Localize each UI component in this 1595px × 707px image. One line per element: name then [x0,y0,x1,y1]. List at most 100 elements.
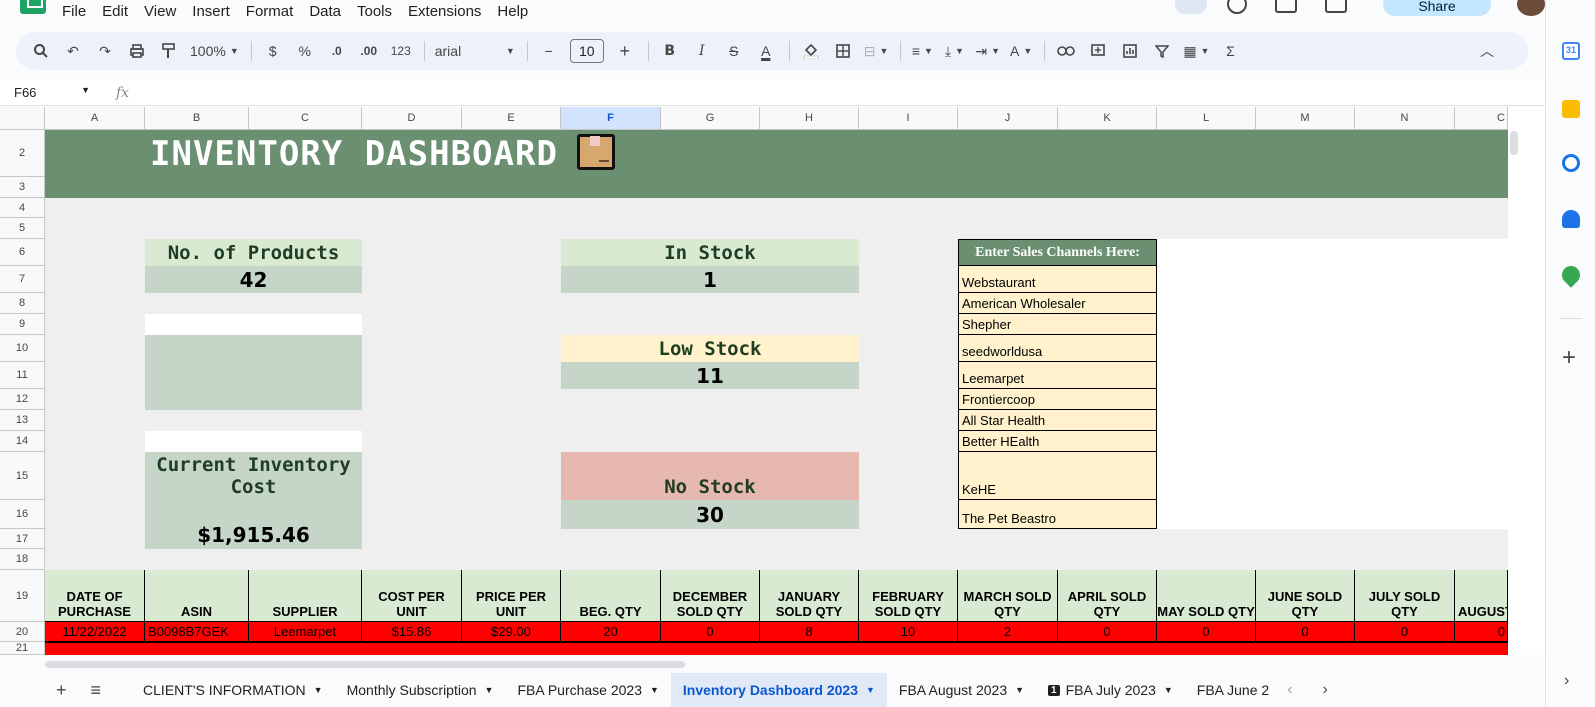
paint-format-icon[interactable] [158,38,180,64]
column-header-f[interactable]: F [561,107,661,130]
undo-icon[interactable]: ↶ [62,38,84,64]
sheet-tab[interactable]: FBA June 2 [1185,673,1273,707]
sales-channel-item[interactable]: The Pet Beastro [958,500,1157,529]
scrollbar-thumb[interactable] [1510,131,1518,155]
table-header-april[interactable]: APRIL SOLD QTY [1058,570,1157,622]
table-cell[interactable]: $29.00 [462,622,561,642]
row-header[interactable]: 10 [0,335,45,362]
currency-format-button[interactable]: $ [262,38,284,64]
table-header-price[interactable]: PRICE PER UNIT [462,570,561,622]
table-cell[interactable]: 0 [1455,622,1508,642]
table-cell[interactable]: 0 [1157,622,1256,642]
sales-channel-item[interactable]: Webstaurant [958,266,1157,293]
number-format-button[interactable]: 123 [390,38,412,64]
column-header-m[interactable]: M [1256,107,1355,130]
add-sheet-icon[interactable]: + [56,680,67,701]
sheet-grid[interactable]: A B C D E F G H I J K L M N C 2 3 4 5 6 … [0,107,1545,655]
column-header-l[interactable]: L [1157,107,1256,130]
font-size-increase-button[interactable]: + [614,38,636,64]
sales-channel-item[interactable]: All Star Health [958,410,1157,431]
keep-icon[interactable] [1562,100,1580,118]
column-header-d[interactable]: D [362,107,462,130]
vertical-scrollbar[interactable] [1508,107,1520,655]
sales-channel-item[interactable]: seedworldusa [958,335,1157,362]
row-header[interactable]: 21 [0,642,45,655]
meet-icon[interactable] [1325,0,1347,13]
menu-file[interactable]: File [62,3,94,20]
column-header-j[interactable]: J [958,107,1058,130]
sales-channel-item[interactable]: Better HEalth [958,431,1157,452]
percent-format-button[interactable]: % [294,38,316,64]
merge-cells-icon[interactable]: ⊟ ▼ [864,38,889,64]
row-header[interactable]: 6 [0,239,45,266]
row-header[interactable]: 4 [0,198,45,218]
table-header-december[interactable]: DECEMBER SOLD QTY [661,570,760,622]
row-header[interactable]: 9 [0,314,45,335]
calendar-icon[interactable]: 31 [1562,42,1580,60]
table-cell[interactable]: 0 [1058,622,1157,642]
sheet-tab[interactable]: FBA Purchase 2023 ▼ [505,673,670,707]
table-cell[interactable]: 0 [1256,622,1355,642]
italic-button[interactable]: I [691,38,713,64]
menu-extensions[interactable]: Extensions [408,3,489,20]
get-addons-icon[interactable]: + [1562,346,1576,370]
blank-cell[interactable] [145,431,362,452]
row-header[interactable]: 12 [0,389,45,410]
sales-channel-item[interactable]: Leemarpet [958,362,1157,389]
column-header-h[interactable]: H [760,107,859,130]
menu-help[interactable]: Help [497,3,536,20]
contacts-icon[interactable] [1562,210,1580,228]
present-mode-icon[interactable] [1175,0,1207,14]
filter-views-icon[interactable]: ▦ ▼ [1183,38,1209,64]
sheet-tab[interactable]: Monthly Subscription ▼ [335,673,506,707]
table-header-january[interactable]: JANUARY SOLD QTY [760,570,859,622]
zoom-select[interactable]: 100% ▼ [190,38,239,64]
scroll-tabs-left-icon[interactable]: ‹ [1287,681,1292,699]
column-header-o[interactable]: C [1455,107,1508,130]
print-icon[interactable] [126,38,148,64]
avatar[interactable] [1517,0,1545,16]
increase-decimal-button[interactable]: .00 [358,38,380,64]
vertical-align-icon[interactable]: ⤓ ▼ [943,38,965,64]
table-header-may[interactable]: MAY SOLD QTY [1157,570,1256,622]
search-menus-icon[interactable] [30,38,52,64]
redo-icon[interactable]: ↷ [94,38,116,64]
row-header[interactable]: 19 [0,570,45,622]
column-header-i[interactable]: I [859,107,958,130]
row-header[interactable]: 5 [0,218,45,239]
collapse-toolbar-icon[interactable]: ︿ [1476,38,1498,64]
all-sheets-icon[interactable]: ≡ [91,680,102,701]
formula-input[interactable] [139,83,1439,103]
sheet-tab-active[interactable]: Inventory Dashboard 2023 ▼ [670,673,887,707]
filter-icon[interactable] [1151,38,1173,64]
table-header-cost[interactable]: COST PER UNIT [362,570,462,622]
sheets-logo-icon[interactable] [20,0,46,14]
row-header[interactable]: 7 [0,266,45,293]
menu-format[interactable]: Format [246,3,302,20]
inventory-cost-value[interactable]: $1,915.46 [145,500,362,549]
text-wrapping-icon[interactable]: ⇥ ▼ [975,38,1000,64]
column-header-e[interactable]: E [462,107,561,130]
table-header-supplier[interactable]: SUPPLIER [249,570,362,622]
table-header-june[interactable]: JUNE SOLD QTY [1256,570,1355,622]
horizontal-scrollbar[interactable] [45,660,1525,670]
bold-button[interactable]: B [659,38,681,64]
table-cell[interactable]: 11/22/2022 [45,622,145,642]
sheet-tab[interactable]: FBA August 2023 ▼ [887,673,1036,707]
sales-channel-item[interactable]: Frontiercoop [958,389,1157,410]
column-header-g[interactable]: G [661,107,760,130]
table-header-august[interactable]: AUGUST QTY [1455,570,1508,622]
row-header[interactable]: 3 [0,177,45,198]
menu-tools[interactable]: Tools [357,3,400,20]
table-header-february[interactable]: FEBRUARY SOLD QTY [859,570,958,622]
row-header[interactable]: 16 [0,500,45,529]
table-row-partial[interactable] [45,642,1508,655]
empty-merged-cell[interactable] [145,335,362,410]
strikethrough-button[interactable]: S [723,38,745,64]
column-header-n[interactable]: N [1355,107,1455,130]
font-size-decrease-button[interactable]: − [538,38,560,64]
select-all-corner[interactable] [0,107,45,130]
column-header-k[interactable]: K [1058,107,1157,130]
sales-channel-item[interactable]: Shepher [958,314,1157,335]
row-header[interactable]: 2 [0,130,45,177]
